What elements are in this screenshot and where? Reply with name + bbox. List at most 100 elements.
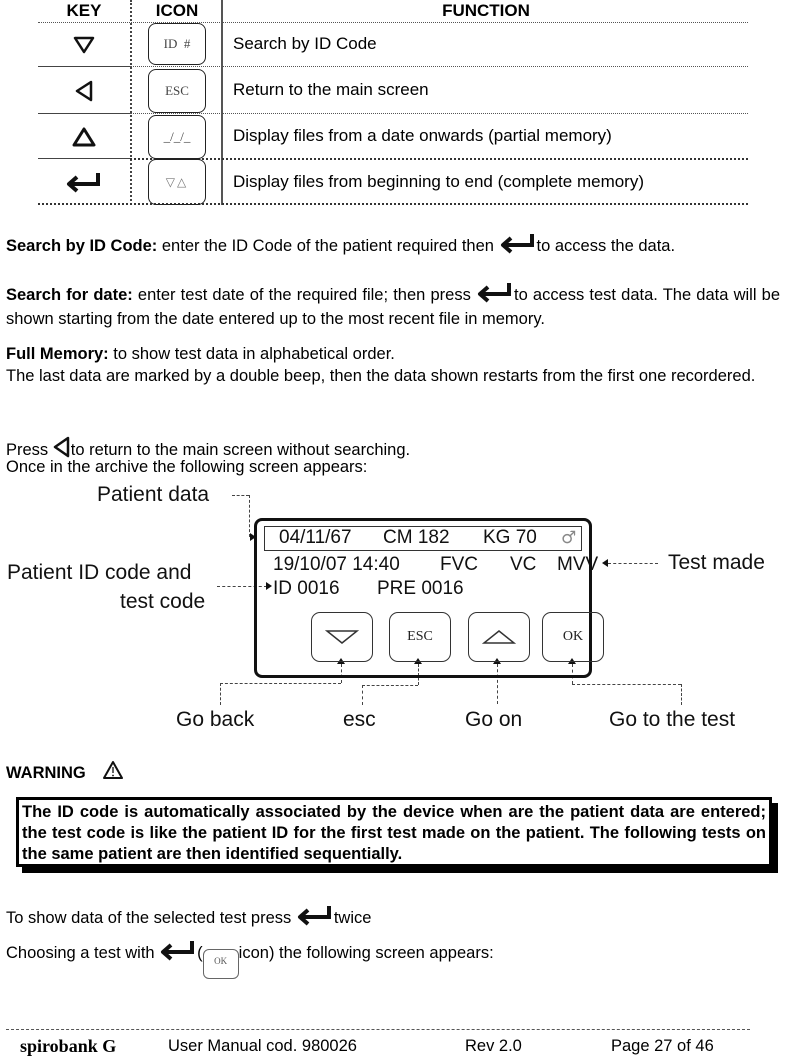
footer-revision: Rev 2.0 [465, 1037, 522, 1055]
text: Choosing a test with [6, 944, 160, 962]
paragraph-archive-intro: Once in the archive the following screen… [6, 458, 368, 476]
text: to access the data. [536, 237, 676, 255]
paragraph-full-memory-detail: The last data are marked by a double bee… [6, 367, 756, 385]
row-divider [38, 66, 130, 67]
callout-test-made: Test made [668, 551, 765, 574]
ok-button[interactable]: OK [542, 612, 604, 662]
callout-esc: esc [343, 708, 376, 731]
key-function-table: KEY ICON FUNCTION ID # Search by ID Code… [38, 0, 748, 205]
id-search-button-icon: ID # [148, 23, 206, 65]
row-divider [38, 113, 130, 114]
lcd-test-code: PRE 0016 [377, 578, 464, 599]
enter-arrow-icon [38, 160, 130, 203]
warning-triangle-icon [102, 760, 124, 785]
esc-button[interactable]: ESC [389, 612, 451, 662]
row-divider [38, 22, 748, 23]
lcd-datetime: 19/10/07 14:40 [273, 554, 400, 575]
ok-label: OK [562, 629, 584, 644]
label-search-id: Search by ID Code: [6, 237, 158, 255]
paragraph-search-id: Search by ID Code: enter the ID Code of … [6, 232, 780, 260]
text: ( [197, 944, 203, 962]
leader-line [362, 685, 363, 705]
row-divider [38, 158, 130, 159]
paragraph-search-date: Search for date: enter test date of the … [6, 281, 780, 330]
leader-line [572, 684, 681, 685]
leader-line [681, 684, 682, 705]
warning-label: WARNING [6, 764, 86, 782]
callout-go-on: Go on [465, 708, 523, 731]
arrow-icon [602, 559, 608, 567]
text: To show data of the selected test press [6, 909, 296, 927]
lcd-dob: 04/11/67 [279, 527, 352, 548]
enter-arrow-icon [476, 281, 514, 309]
function-partial-memory: Display files from a date onwards (parti… [233, 126, 612, 145]
callout-patient-id-line1: Patient ID code and [7, 561, 192, 584]
enter-arrow-icon [159, 939, 197, 967]
row-divider [130, 158, 748, 160]
row-divider [130, 66, 748, 67]
text: icon) the following screen appears: [238, 944, 494, 962]
row-divider [130, 113, 748, 114]
leader-line [232, 495, 249, 496]
footer-divider [6, 1029, 750, 1030]
header-function: FUNCTION [442, 1, 530, 20]
lcd-weight: KG 70 [483, 527, 537, 548]
instruction-choose-test: Choosing a test with (OK icon) the follow… [6, 939, 780, 979]
device-display: 04/11/67 CM 182 KG 70 ♂ 19/10/07 14:40 F… [254, 518, 604, 678]
lcd-test-vc: VC [510, 554, 537, 575]
up-button[interactable] [468, 612, 530, 662]
callout-go-back: Go back [176, 708, 255, 731]
icon-label: ▽△ [165, 175, 189, 189]
text: twice [333, 909, 372, 927]
header-key: KEY [66, 1, 102, 20]
lcd-test-mvv: MVV [557, 554, 599, 575]
male-symbol-icon: ♂ [561, 528, 577, 548]
patient-data-row: 04/11/67 CM 182 KG 70 ♂ [264, 526, 582, 551]
leader-line [220, 683, 341, 684]
column-divider [221, 0, 223, 205]
header-icon: ICON [155, 1, 199, 20]
label-full-memory: Full Memory: [6, 345, 109, 363]
ok-button-icon: OK [202, 949, 239, 979]
up-triangle-icon [38, 115, 130, 158]
row-divider [38, 203, 748, 205]
callout-patient-data: Patient data [97, 483, 210, 506]
leader-line [220, 683, 221, 705]
enter-arrow-icon [499, 232, 537, 260]
full-memory-button-icon: ▽△ [148, 159, 206, 205]
column-divider [130, 0, 132, 205]
leader-line [249, 495, 250, 537]
down-button[interactable] [311, 612, 373, 662]
function-search-id: Search by ID Code [233, 34, 377, 53]
leader-line [608, 563, 658, 564]
icon-label: _/_/_ [163, 129, 191, 144]
paragraph-full-memory: Full Memory: to show test data in alphab… [6, 344, 780, 365]
warning-title: WARNING [6, 760, 124, 785]
function-complete-memory: Display files from beginning to end (com… [233, 172, 645, 191]
instruction-show-data: To show data of the selected test press … [6, 904, 780, 932]
label-search-date: Search for date: [6, 286, 133, 304]
footer-page-number: Page 27 of 46 [611, 1037, 714, 1055]
left-triangle-icon [38, 68, 130, 113]
icon-label: ESC [165, 83, 189, 98]
lcd-test-fvc: FVC [440, 554, 478, 575]
warning-box: The ID code is automatically associated … [16, 797, 772, 867]
text: to show test data in alphabetical order. [108, 345, 395, 363]
text: enter the ID Code of the patient require… [157, 237, 499, 255]
lcd-patient-id: ID 0016 [273, 578, 340, 599]
footer-manual: User Manual cod. 980026 [168, 1037, 357, 1055]
date-search-button-icon: _/_/_ [148, 115, 206, 159]
callout-go-to-test: Go to the test [609, 708, 736, 731]
enter-arrow-icon [296, 904, 334, 932]
callout-patient-id-line2: test code [120, 590, 206, 613]
down-triangle-icon [325, 630, 359, 644]
icon-label: ID # [163, 36, 191, 51]
esc-button-icon: ESC [148, 69, 206, 113]
up-triangle-icon [482, 630, 516, 644]
function-return-main: Return to the main screen [233, 80, 429, 99]
footer-brand: spirobank G [20, 1036, 117, 1056]
esc-label: ESC [407, 629, 433, 644]
lcd-height: CM 182 [383, 527, 450, 548]
leader-line [362, 685, 418, 686]
down-triangle-icon [38, 24, 130, 66]
